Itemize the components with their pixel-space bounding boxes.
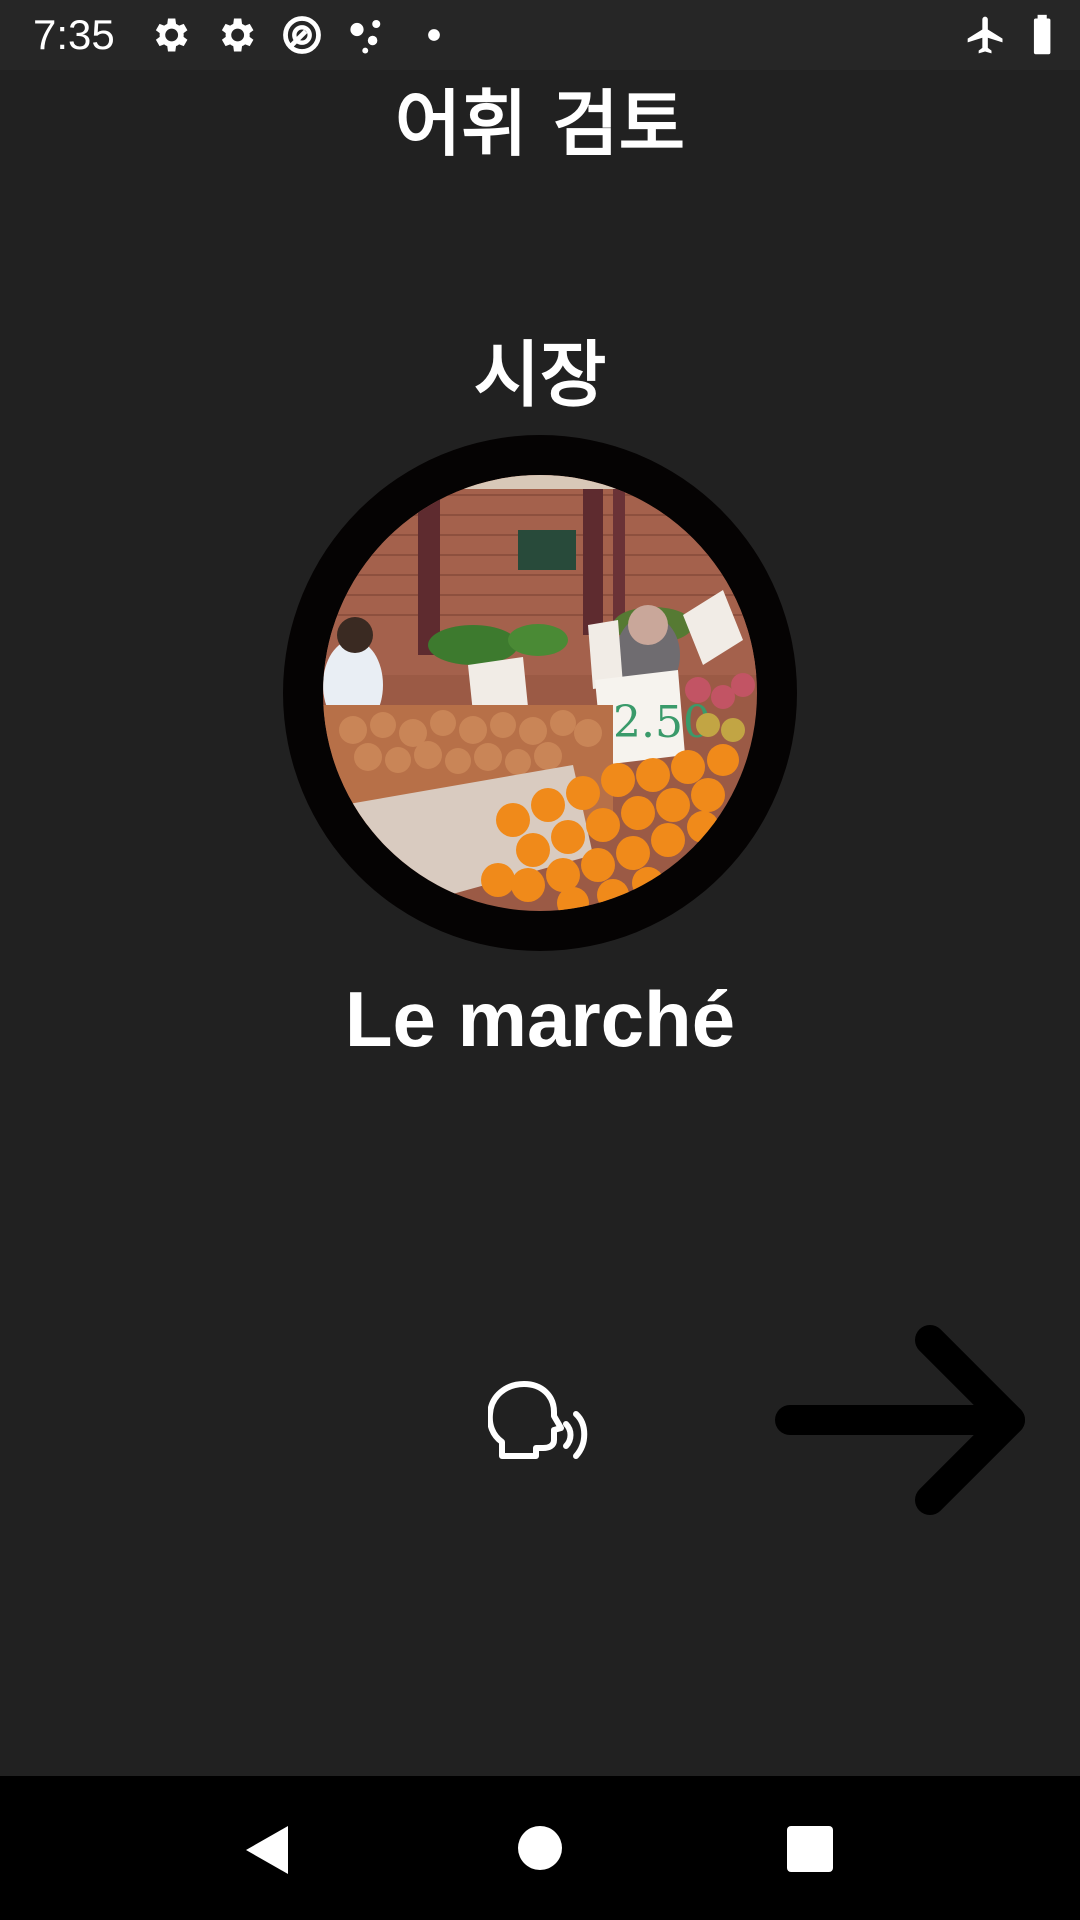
home-button[interactable] [490,1798,590,1898]
gear-icon [214,13,258,57]
speaking-head-icon [486,1381,588,1459]
notification-dot-icon [412,13,456,57]
image-ring: 2.50 [283,435,797,951]
market-image: 2.50 [323,475,757,911]
native-word: 시장 [473,333,607,417]
status-time: 7:35 [33,11,115,58]
screen: 7:35 어휘 검토 시장 2.50 Le marché [0,0,1080,1920]
page-title: 어휘 검토 [394,82,686,166]
recents-square-icon [787,1826,833,1872]
home-circle-icon [518,1826,562,1870]
status-bar: 7:35 [0,0,1080,70]
navigation-bar [0,1776,1080,1920]
battery-icon [1022,13,1066,57]
airplane-icon [964,13,1008,57]
back-button[interactable] [218,1798,318,1898]
foreign-word: Le marché [344,975,736,1063]
speak-button[interactable] [486,1380,592,1464]
arrow-right-icon [775,1325,1025,1515]
back-triangle-icon [246,1826,288,1874]
assistant-dots-icon [346,13,390,57]
data-saver-icon [280,13,324,57]
gear-icon [148,13,192,57]
recents-button[interactable] [760,1798,860,1898]
next-button[interactable] [770,1320,1034,1520]
